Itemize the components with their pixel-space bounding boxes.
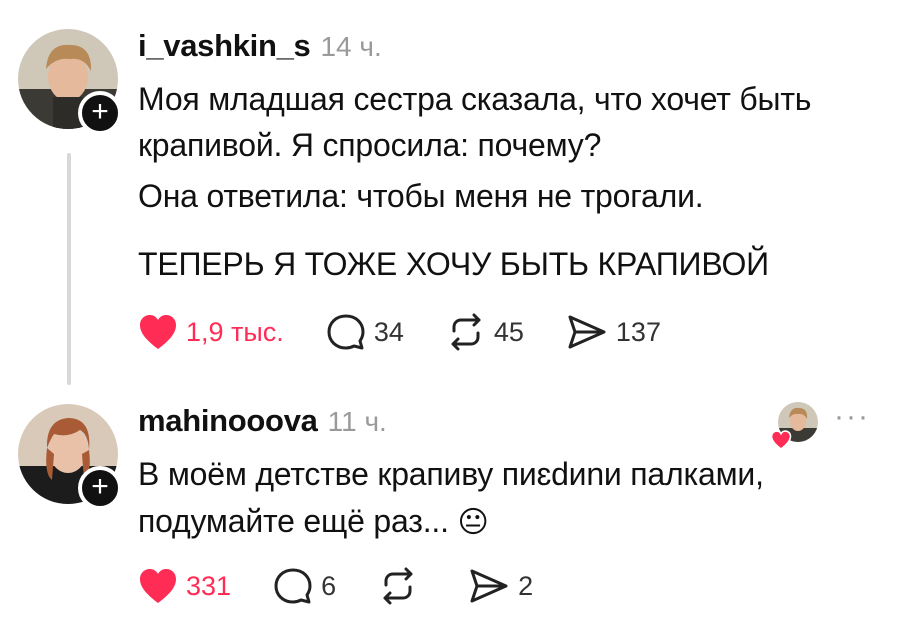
comment-count: 6: [321, 570, 337, 601]
share-button[interactable]: 137: [566, 313, 661, 351]
post-text-line-2-content: подумайте ещё раз...: [138, 503, 449, 539]
username[interactable]: mahinooova: [138, 403, 318, 439]
action-bar: 331 6 2: [138, 567, 575, 605]
heart-icon: [140, 315, 176, 349]
share-count: 137: [615, 316, 661, 347]
post-text-line-1: Моя младшая сестра сказала, что хочет бы…: [138, 81, 812, 117]
comment-button[interactable]: 34: [326, 313, 404, 351]
repost-icon: [383, 567, 413, 605]
timestamp: 11 ч.: [327, 406, 387, 437]
plus-icon: +: [91, 470, 109, 503]
post-header: mahinooova 11 ч.: [138, 403, 387, 439]
author-avatar-container[interactable]: +: [18, 29, 122, 135]
heart-icon: [770, 430, 792, 450]
like-count: 1,9 тыс.: [186, 316, 284, 347]
author-liked-indicator: [770, 402, 818, 450]
heart-icon: [140, 569, 176, 603]
comment-icon: [327, 314, 365, 350]
follow-button[interactable]: +: [78, 466, 122, 510]
neutral-face-emoji: 😐: [457, 506, 489, 539]
share-count: 2: [518, 570, 534, 601]
comment-count: 34: [373, 316, 404, 347]
like-count: 331: [186, 570, 232, 601]
more-options-button[interactable]: ···: [834, 400, 870, 434]
post-text-line-2: подумайте ещё раз... 😐: [138, 498, 489, 546]
post-text-line-3: Она ответила: чтобы меня не трогали.: [138, 178, 704, 214]
like-button[interactable]: 1,9 тыс.: [138, 313, 284, 351]
plus-icon: +: [91, 95, 109, 128]
repost-button[interactable]: [378, 567, 426, 605]
action-bar: 1,9 тыс. 34 45 137: [138, 313, 703, 351]
share-icon: [568, 315, 606, 349]
timestamp: 14 ч.: [320, 31, 382, 62]
share-button[interactable]: 2: [468, 567, 533, 605]
post-text-line-2: крапивой. Я спросила: почему?: [138, 127, 602, 163]
author-avatar-container[interactable]: +: [18, 404, 122, 510]
comment-button[interactable]: 6: [273, 567, 336, 605]
post-text-line-4: ТЕПЕРЬ Я ТОЖЕ ХОЧУ БЫТЬ КРАПИВОЙ: [138, 246, 769, 282]
comment-icon: [274, 568, 312, 604]
repost-count: 45: [493, 316, 524, 347]
share-icon: [470, 569, 508, 603]
post-header: i_vashkin_s 14 ч.: [138, 28, 382, 64]
post-text-line-1: В моём детстве крапиву пиɛdиnи палками,: [138, 456, 764, 492]
username[interactable]: i_vashkin_s: [138, 28, 311, 64]
follow-button[interactable]: +: [78, 91, 122, 135]
repost-icon: [451, 313, 481, 351]
thread-line: [67, 153, 71, 385]
like-button[interactable]: 331: [138, 567, 231, 605]
repost-button[interactable]: 45: [446, 313, 524, 351]
